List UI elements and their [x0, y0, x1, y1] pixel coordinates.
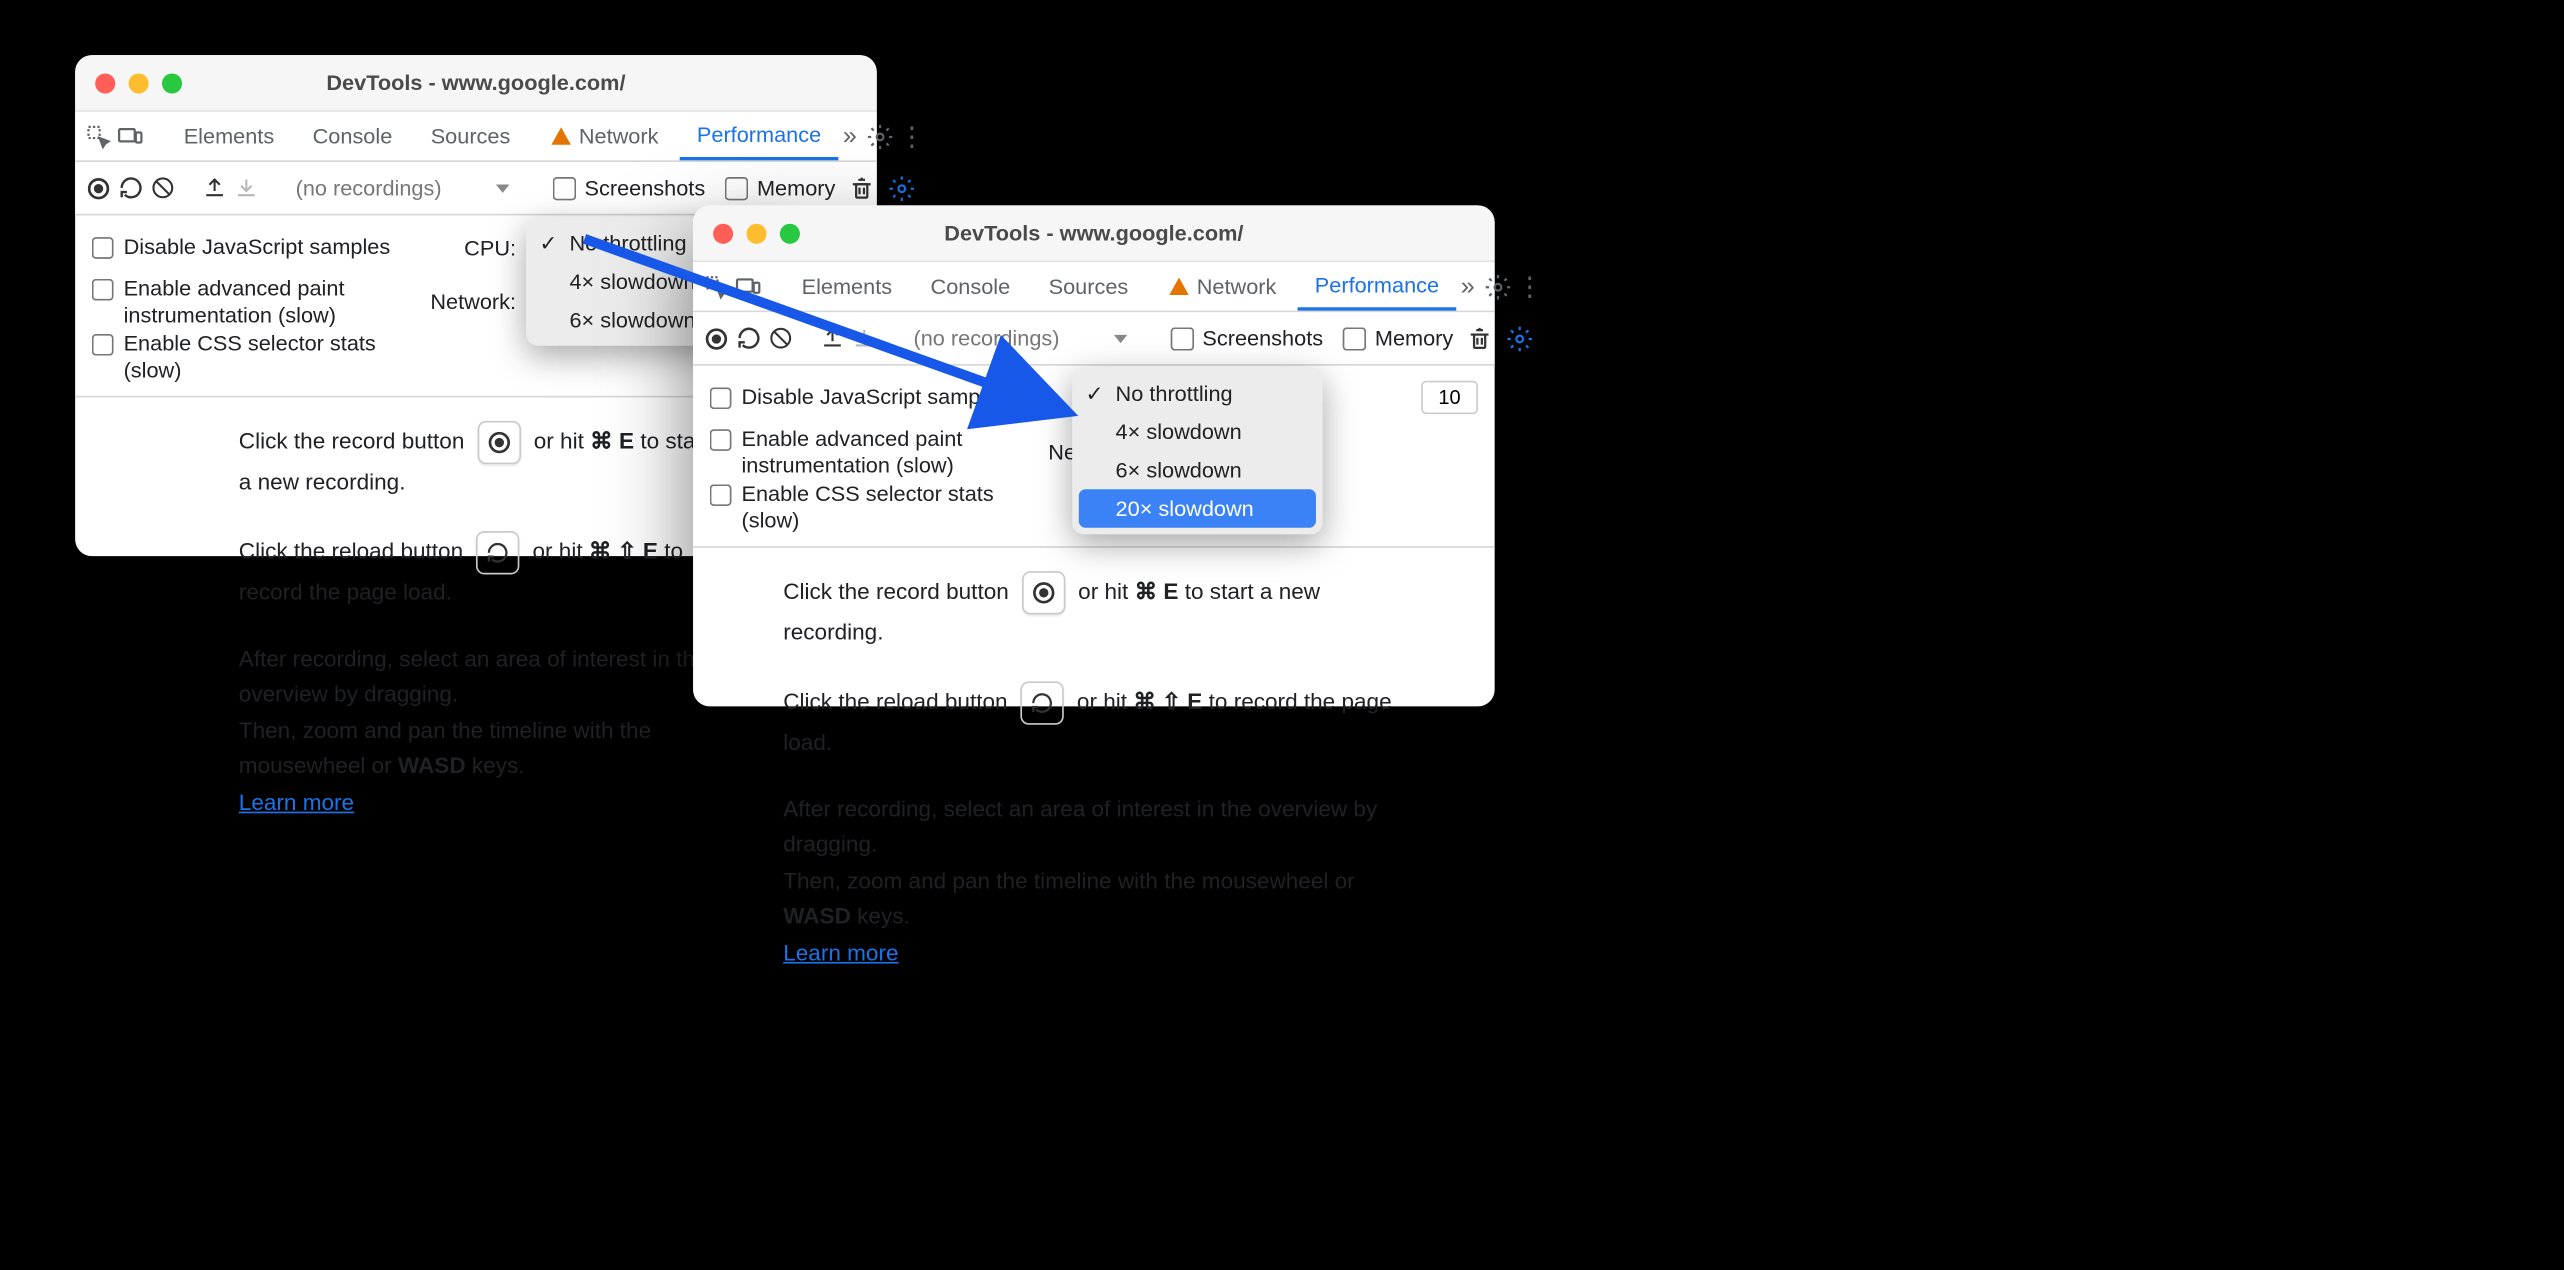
download-icon[interactable] [234, 166, 259, 209]
more-tabs-icon[interactable]: » [1461, 265, 1475, 308]
titlebar: DevTools - www.google.com/ [75, 55, 877, 112]
tab-performance[interactable]: Performance [680, 112, 838, 160]
recordings-select[interactable]: (no recordings) [286, 172, 520, 204]
gear-icon[interactable] [1485, 265, 1512, 308]
css-stats-checkbox[interactable]: Enable CSS selector stats (slow) [92, 331, 426, 383]
adv-paint-checkbox[interactable]: Enable advanced paint instrumentation (s… [710, 426, 1044, 478]
throttle-option-4x[interactable]: 4× slowdown [1072, 412, 1323, 450]
upload-icon[interactable] [202, 166, 227, 209]
more-tabs-icon[interactable]: » [843, 114, 857, 157]
upload-icon[interactable] [820, 316, 845, 359]
reload-button-inline[interactable] [476, 531, 519, 574]
gc-icon[interactable] [849, 166, 876, 209]
tab-network[interactable]: Network [1150, 262, 1293, 310]
reload-button-inline[interactable] [1021, 681, 1064, 724]
throttle-option-6x[interactable]: 6× slowdown [1072, 451, 1323, 489]
hwc-input[interactable] [1421, 381, 1478, 414]
gc-icon[interactable] [1467, 316, 1494, 359]
tab-network[interactable]: Network [532, 112, 675, 160]
memory-checkbox[interactable]: Memory [1336, 326, 1460, 351]
clear-icon[interactable] [150, 166, 175, 209]
screenshots-checkbox[interactable]: Screenshots [546, 175, 712, 200]
cpu-throttle-dropdown[interactable]: No throttling 4× slowdown 6× slowdown 20… [1072, 367, 1323, 534]
inspect-icon[interactable] [703, 265, 730, 308]
record-icon[interactable] [703, 316, 730, 359]
throttle-option-20x[interactable]: 20× slowdown [1079, 489, 1316, 527]
perf-toolbar: (no recordings) Screenshots Memory [693, 312, 1495, 365]
adv-paint-checkbox[interactable]: Enable advanced paint instrumentation (s… [92, 276, 426, 328]
memory-checkbox[interactable]: Memory [719, 175, 843, 200]
device-toggle-icon[interactable] [117, 114, 144, 157]
kebab-icon[interactable]: ⋮ [1516, 265, 1543, 308]
reload-icon[interactable] [736, 316, 761, 359]
tab-performance[interactable]: Performance [1298, 262, 1456, 310]
throttle-option-none[interactable]: No throttling [1072, 374, 1323, 412]
tab-elements[interactable]: Elements [167, 112, 291, 160]
learn-more-link[interactable]: Learn more [783, 940, 898, 965]
window-title: DevTools - www.google.com/ [75, 70, 877, 95]
reload-icon[interactable] [119, 166, 144, 209]
titlebar: DevTools - www.google.com/ [693, 205, 1495, 262]
tab-console[interactable]: Console [296, 112, 409, 160]
gear-icon[interactable] [867, 114, 894, 157]
css-stats-checkbox[interactable]: Enable CSS selector stats (slow) [710, 481, 1044, 533]
device-toggle-icon[interactable] [735, 265, 762, 308]
tab-console[interactable]: Console [914, 262, 1027, 310]
record-button-inline[interactable] [477, 421, 520, 464]
kebab-icon[interactable]: ⋮ [899, 114, 926, 157]
disable-js-checkbox[interactable]: Disable JavaScript samples [710, 384, 1044, 410]
record-button-inline[interactable] [1022, 572, 1065, 615]
tab-sources[interactable]: Sources [414, 112, 527, 160]
tab-elements[interactable]: Elements [785, 262, 909, 310]
perf-settings-icon[interactable] [1507, 316, 1534, 359]
tabbar: Elements Console Sources Network Perform… [693, 262, 1495, 312]
tab-sources[interactable]: Sources [1032, 262, 1145, 310]
perf-settings-icon[interactable] [889, 166, 916, 209]
network-label: Network: [426, 289, 526, 314]
inspect-icon[interactable] [85, 114, 112, 157]
window-title: DevTools - www.google.com/ [693, 220, 1495, 245]
learn-more-link[interactable]: Learn more [239, 790, 354, 815]
screenshots-checkbox[interactable]: Screenshots [1164, 326, 1330, 351]
clear-icon[interactable] [768, 316, 793, 359]
tabbar: Elements Console Sources Network Perform… [75, 112, 877, 162]
perf-hint: Click the record button or hit ⌘ E to st… [693, 548, 1495, 997]
download-icon[interactable] [852, 316, 877, 359]
disable-js-checkbox[interactable]: Disable JavaScript samples [92, 234, 426, 260]
cpu-label: CPU: [426, 235, 526, 260]
record-icon[interactable] [85, 166, 112, 209]
devtools-window-right: DevTools - www.google.com/ Elements Cons… [693, 205, 1495, 706]
recordings-select[interactable]: (no recordings) [903, 322, 1137, 354]
